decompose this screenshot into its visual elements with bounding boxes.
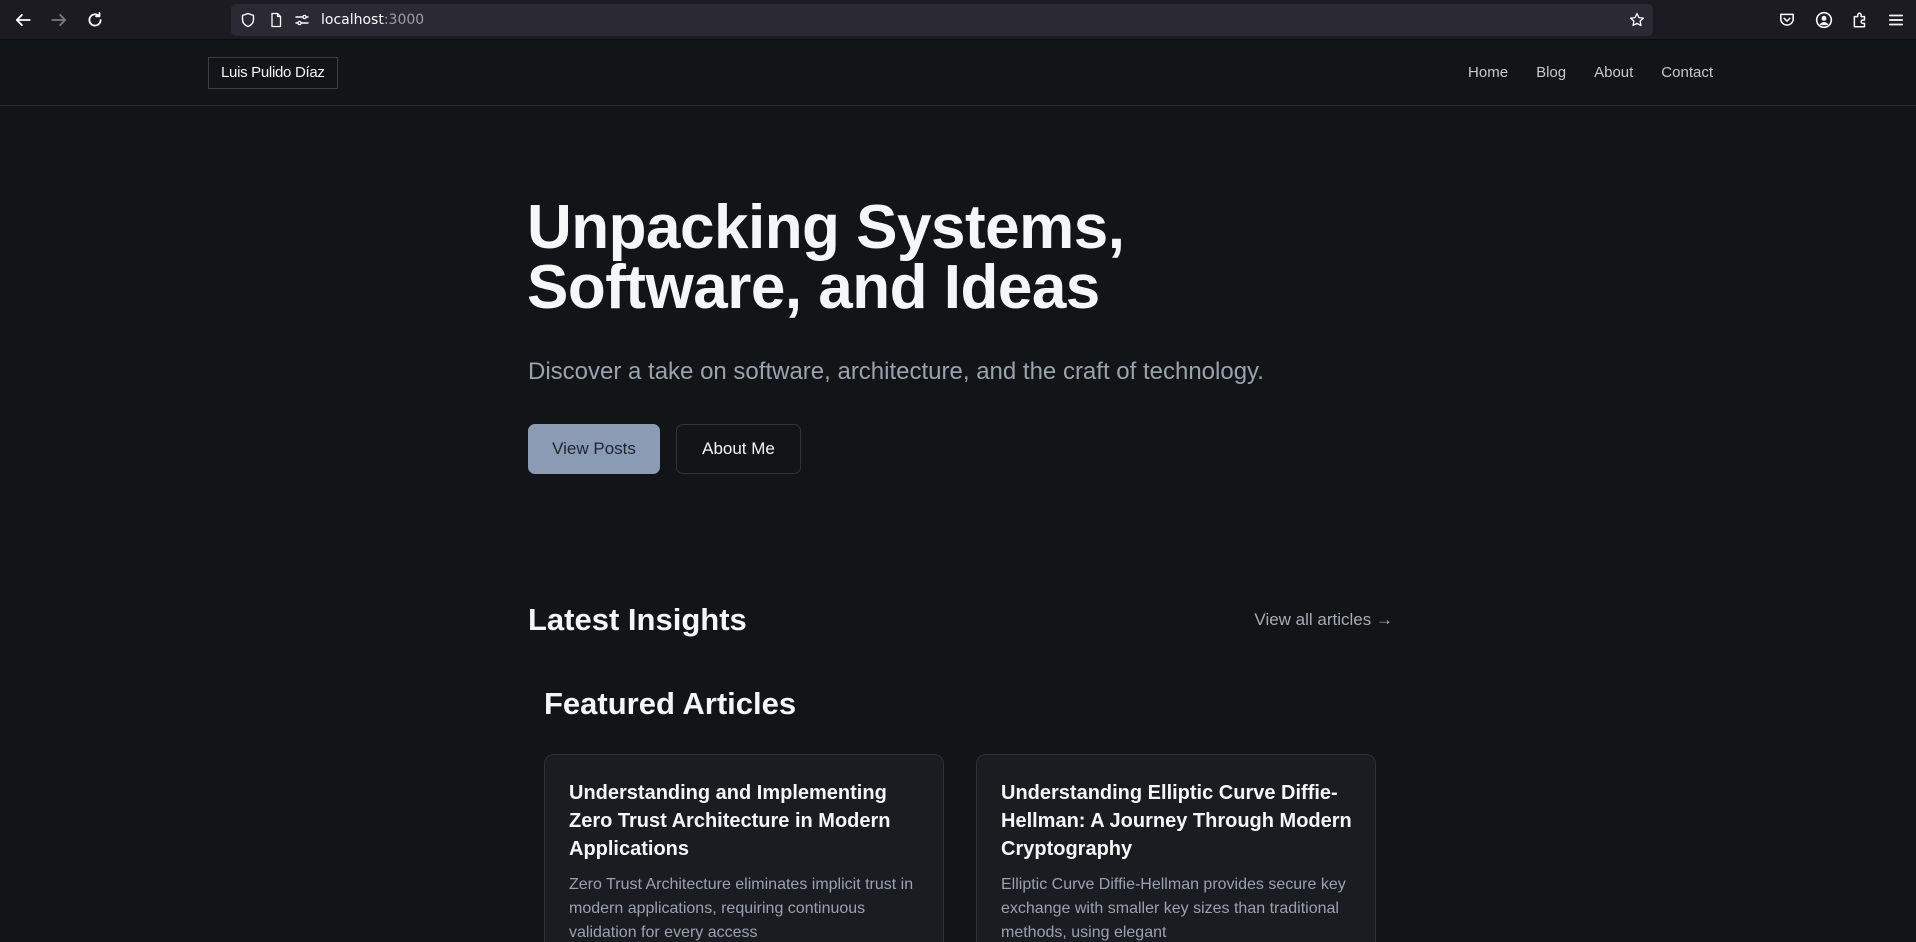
account-icon[interactable] (1813, 9, 1835, 31)
hero-subtitle: Discover a take on software, architectur… (528, 358, 1264, 385)
extensions-icon[interactable] (1849, 9, 1871, 31)
pocket-icon[interactable] (1776, 9, 1798, 31)
nav-home[interactable]: Home (1468, 64, 1508, 82)
nav-blog[interactable]: Blog (1536, 64, 1566, 82)
view-posts-button[interactable]: View Posts (528, 424, 660, 474)
star-icon[interactable] (1629, 12, 1645, 28)
about-me-button[interactable]: About Me (676, 424, 801, 474)
reload-icon[interactable] (80, 5, 110, 35)
article-excerpt: Elliptic Curve Diffie-Hellman provides s… (1001, 876, 1346, 941)
article-title[interactable]: Understanding and Implementing Zero Trus… (569, 779, 924, 863)
article-card[interactable]: Understanding and Implementing Zero Trus… (544, 754, 944, 942)
featured-articles-title: Featured Articles (544, 686, 797, 721)
back-arrow-icon[interactable] (8, 5, 38, 35)
latest-insights-title: Latest Insights (528, 602, 747, 637)
url-text[interactable]: localhost:3000 (321, 12, 424, 28)
browser-toolbar: localhost:3000 (0, 0, 1916, 40)
forward-arrow-icon[interactable] (44, 5, 74, 35)
url-port: :3000 (383, 12, 425, 28)
brand-logo[interactable]: Luis Pulido Díaz (208, 57, 338, 89)
shield-icon[interactable] (240, 12, 256, 28)
nav-contact[interactable]: Contact (1661, 64, 1713, 82)
hamburger-menu-icon[interactable] (1885, 9, 1907, 31)
url-host: localhost (321, 12, 384, 28)
page-icon (271, 12, 282, 28)
permissions-icon[interactable] (294, 12, 310, 28)
article-excerpt: Zero Trust Architecture eliminates impli… (569, 876, 914, 941)
view-all-articles-link[interactable]: View all articles → (1254, 610, 1393, 630)
nav-about[interactable]: About (1594, 64, 1633, 82)
site-header: Luis Pulido Díaz Home Blog About Contact (0, 40, 1916, 106)
main-nav: Home Blog About Contact (1440, 64, 1713, 82)
hero-title: Unpacking Systems, Software, and Ideas (527, 193, 1125, 322)
address-bar[interactable]: localhost:3000 (231, 4, 1653, 36)
article-card[interactable]: Understanding Elliptic Curve Diffie-Hell… (976, 754, 1376, 942)
article-title[interactable]: Understanding Elliptic Curve Diffie-Hell… (1001, 779, 1356, 863)
